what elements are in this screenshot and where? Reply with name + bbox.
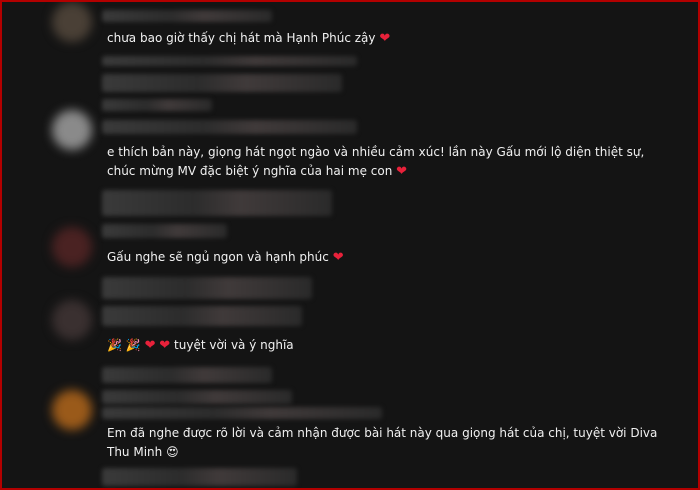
blurred-reply-area (102, 367, 272, 383)
blurred-username (102, 10, 272, 22)
avatar[interactable] (52, 300, 92, 340)
blurred-reply-area (102, 74, 342, 92)
avatar[interactable] (52, 390, 92, 430)
heart-icon: ❤ (159, 338, 171, 353)
heart-icon: ❤ (396, 164, 408, 179)
comment-text: chưa bao giờ thấy chị hát mà Hạnh Phúc z… (107, 29, 667, 48)
comment-body: tuyệt vời và ý nghĩa (174, 338, 294, 352)
comment-text: Em đã nghe được rõ lời và cảm nhận được … (107, 424, 667, 462)
blurred-reply-area (102, 99, 212, 111)
avatar[interactable] (52, 2, 92, 42)
blurred-reply-area (102, 224, 227, 238)
comments-panel: chưa bao giờ thấy chị hát mà Hạnh Phúc z… (2, 2, 698, 488)
blurred-reply-area (102, 390, 292, 404)
comment-text: Gấu nghe sẽ ngủ ngon và hạnh phúc ❤ (107, 248, 667, 267)
blurred-reply-area (102, 277, 312, 299)
comment-body: Gấu nghe sẽ ngủ ngon và hạnh phúc (107, 250, 329, 264)
blurred-reply-area (102, 120, 357, 134)
party-popper-icon: 🎉 (107, 338, 122, 352)
heart-eyes-icon: 😍 (166, 445, 179, 459)
comment-text: 🎉 🎉 ❤ ❤ tuyệt vời và ý nghĩa (107, 336, 667, 355)
avatar[interactable] (52, 227, 92, 267)
comment-body: Em đã nghe được rõ lời và cảm nhận được … (107, 426, 658, 459)
blurred-reply-area (102, 407, 382, 419)
comment-body: e thích bản này, giọng hát ngọt ngào và … (107, 145, 645, 178)
heart-icon: ❤ (144, 338, 156, 353)
comment-body: chưa bao giờ thấy chị hát mà Hạnh Phúc z… (107, 31, 376, 45)
party-popper-icon: 🎉 (125, 338, 141, 352)
heart-icon: ❤ (332, 250, 344, 265)
blurred-reply-area (102, 190, 332, 216)
blurred-reply-area (102, 306, 302, 326)
blurred-reply-area (102, 56, 357, 66)
avatar[interactable] (52, 110, 92, 150)
heart-icon: ❤ (379, 31, 391, 46)
comment-text: e thích bản này, giọng hát ngọt ngào và … (107, 143, 667, 181)
blurred-reply-area (102, 468, 297, 486)
